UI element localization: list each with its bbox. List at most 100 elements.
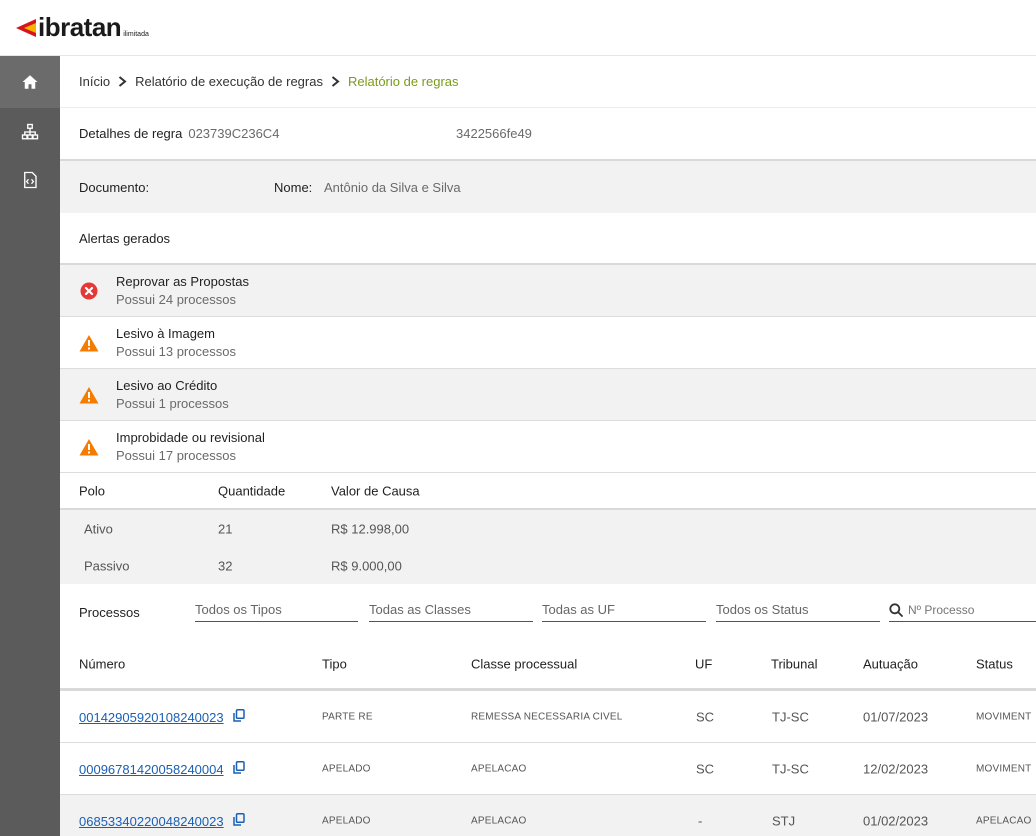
table-row[interactable]: 06853340220048240023 APELADO APELACAO - … [60, 795, 1036, 836]
copy-icon[interactable] [233, 760, 245, 774]
process-number-link[interactable]: 00096781420058240004 [79, 762, 224, 777]
home-icon [22, 75, 38, 89]
quantity-header: Quantidade [218, 483, 286, 498]
filing-date-cell: 12/02/2023 [863, 761, 929, 776]
col-filing-date[interactable]: Autuação [863, 656, 918, 671]
copy-icon[interactable] [233, 708, 245, 722]
warning-icon [79, 437, 99, 457]
alert-count: Possui 17 processos [116, 447, 236, 463]
col-status[interactable]: Status [976, 656, 1013, 671]
breadcrumb: Início Relatório de execução de regras R… [60, 56, 1036, 108]
col-number[interactable]: Número [79, 656, 125, 671]
breadcrumb-execution-report[interactable]: Relatório de execução de regras [135, 74, 323, 89]
breadcrumb-home[interactable]: Início [79, 74, 110, 89]
type-cell: APELADO [322, 815, 371, 826]
logo-mark-icon [16, 19, 36, 37]
col-class[interactable]: Classe processual [471, 656, 577, 671]
rule-code: 023739C236C4 [188, 126, 280, 141]
document-label: Documento: [79, 179, 150, 195]
alert-count: Possui 1 processos [116, 395, 229, 411]
chevron-right-icon [118, 76, 127, 87]
alerts-title: Alertas gerados [60, 213, 1036, 265]
logo-subtext: ilimitada [123, 31, 149, 38]
table-row[interactable]: 00142905920108240023 PARTE RE REMESSA NE… [60, 691, 1036, 743]
type-cell: PARTE RE [322, 711, 373, 722]
process-number-input[interactable] [908, 603, 1018, 617]
sitemap-icon [21, 123, 39, 140]
polo-cell: Passivo [84, 558, 130, 573]
polo-row: Passivo 32 R$ 9.000,00 [60, 547, 1036, 584]
alert-item[interactable]: Lesivo ao Crédito Possui 1 processos [60, 369, 1036, 421]
col-type[interactable]: Tipo [322, 656, 347, 671]
sidebar-item-code[interactable] [0, 156, 60, 204]
court-cell: TJ-SC [772, 709, 809, 724]
person-info: Documento: Nome: Antônio da Silva e Silv… [60, 161, 1036, 213]
col-court[interactable]: Tribunal [771, 656, 817, 671]
filing-date-cell: 01/07/2023 [863, 709, 929, 724]
class-cell: APELACAO [471, 815, 527, 826]
court-cell: STJ [772, 813, 796, 828]
status-cell: APELACAO [976, 815, 1032, 826]
polo-row: Ativo 21 R$ 12.998,00 [60, 510, 1036, 547]
alert-item[interactable]: Improbidade ou revisional Possui 17 proc… [60, 421, 1036, 473]
rule-details-label: Detalhes de regra [79, 126, 183, 141]
polo-cell: Ativo [84, 521, 113, 536]
main-content: Início Relatório de execução de regras R… [60, 56, 1036, 836]
alert-title: Lesivo à Imagem [116, 325, 215, 341]
rule-hash: 3422566fe49 [456, 126, 532, 141]
chevron-right-icon [331, 76, 340, 87]
alert-title: Improbidade ou revisional [116, 429, 265, 445]
polo-table-header: Polo Quantidade Valor de Causa [60, 473, 1036, 510]
polo-header: Polo [79, 483, 106, 498]
alert-title: Reprovar as Propostas [116, 273, 249, 289]
process-search [889, 596, 1036, 622]
class-cell: REMESSA NECESSARIA CIVEL [471, 711, 623, 722]
sidebar [0, 56, 60, 836]
uf-filter[interactable]: Todas as UF [542, 596, 706, 622]
processes-label: Processos [79, 605, 140, 620]
logo-text: ibratan [38, 12, 122, 42]
type-filter[interactable]: Todos os Tipos [195, 596, 358, 622]
quantity-cell: 32 [218, 558, 233, 573]
code-file-icon [24, 171, 37, 189]
alert-item[interactable]: Reprovar as Propostas Possui 24 processo… [60, 265, 1036, 317]
alert-item[interactable]: Lesivo à Imagem Possui 13 processos [60, 317, 1036, 369]
alert-count: Possui 13 processos [116, 343, 236, 359]
status-cell: MOVIMENT [976, 711, 1032, 722]
col-uf[interactable]: UF [695, 656, 712, 671]
warning-icon [79, 333, 99, 353]
process-number-link[interactable]: 00142905920108240023 [79, 710, 224, 725]
quantity-cell: 21 [218, 521, 233, 536]
top-bar: ibratan ilimitada [0, 0, 1036, 56]
name-value: Antônio da Silva e Silva [324, 179, 461, 195]
rule-details: Detalhes de regra 023739C236C4 3422566fe… [60, 108, 1036, 161]
breadcrumb-current: Relatório de regras [347, 74, 459, 89]
uf-cell: SC [696, 709, 715, 724]
value-cell: R$ 9.000,00 [331, 558, 402, 573]
type-cell: APELADO [322, 763, 371, 774]
status-cell: MOVIMENT [976, 763, 1032, 774]
uf-cell: SC [696, 761, 715, 776]
warning-icon [79, 385, 99, 405]
alert-count: Possui 24 processos [116, 291, 236, 307]
table-row[interactable]: 00096781420058240004 APELADO APELACAO SC… [60, 743, 1036, 795]
name-label: Nome: [274, 179, 313, 195]
value-cell: R$ 12.998,00 [331, 521, 410, 536]
filing-date-cell: 01/02/2023 [863, 813, 929, 828]
copy-icon[interactable] [233, 812, 245, 826]
process-number-link[interactable]: 06853340220048240023 [79, 814, 224, 829]
value-header: Valor de Causa [331, 483, 420, 498]
sidebar-item-rules[interactable] [0, 108, 60, 156]
class-filter[interactable]: Todas as Classes [369, 596, 533, 622]
process-filters: Processos Todos os Tipos Todas as Classe… [60, 584, 1036, 639]
sidebar-item-home[interactable] [0, 56, 60, 108]
court-cell: TJ-SC [772, 761, 809, 776]
class-cell: APELACAO [471, 763, 527, 774]
brand-logo[interactable]: ibratan ilimitada [16, 14, 149, 40]
process-table-header: Número Tipo Classe processual UF Tribuna… [60, 639, 1036, 691]
status-filter[interactable]: Todos os Status [716, 596, 880, 622]
alert-title: Lesivo ao Crédito [116, 377, 218, 393]
error-icon [79, 281, 99, 301]
uf-cell: - [698, 813, 703, 828]
search-icon [889, 603, 903, 617]
